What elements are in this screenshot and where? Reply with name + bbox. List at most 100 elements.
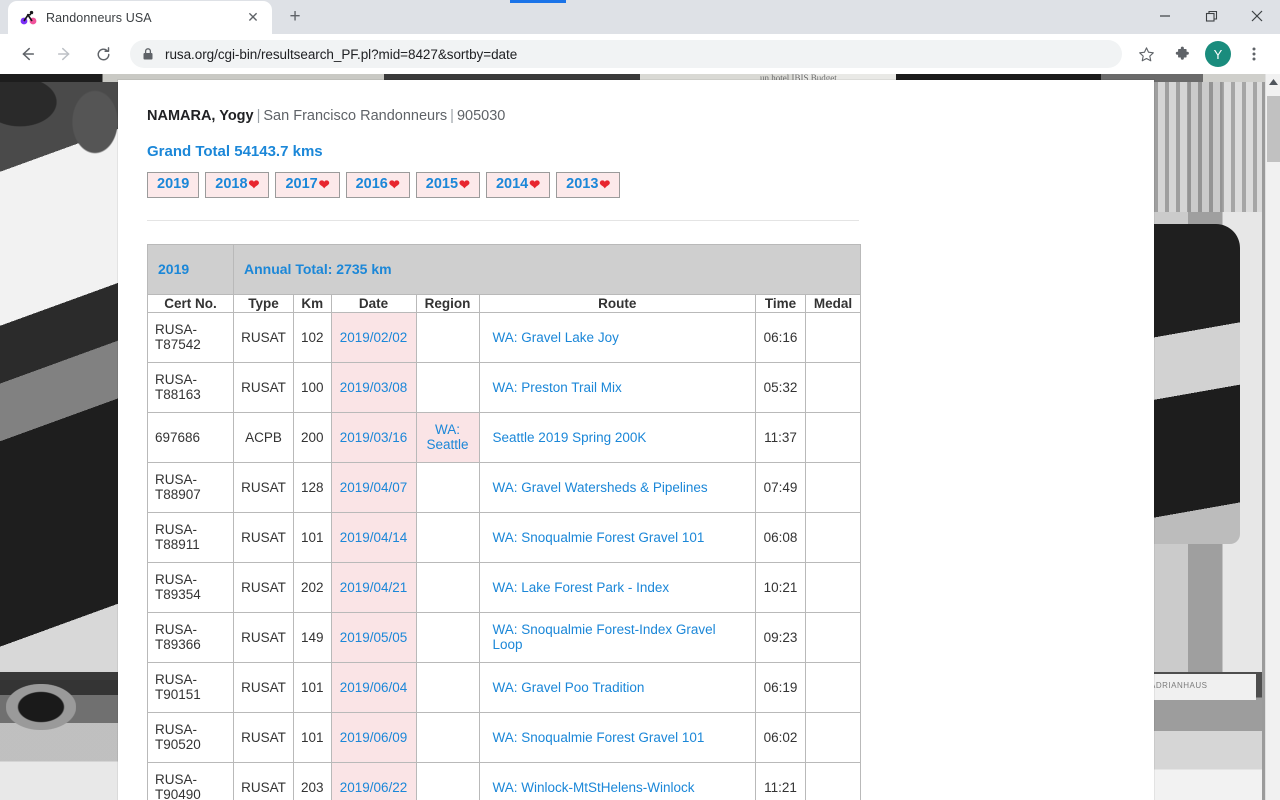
region-link[interactable]: WA: Seattle: [427, 422, 469, 452]
profile-avatar[interactable]: Y: [1205, 41, 1231, 67]
cell-type: RUSAT: [233, 361, 294, 413]
cell-km: 203: [293, 761, 332, 800]
date-link[interactable]: 2019/03/16: [340, 430, 408, 445]
route-link[interactable]: WA: Gravel Watersheds & Pipelines: [493, 480, 708, 495]
cell-route: WA: Gravel Poo Tradition: [478, 661, 757, 713]
window-controls: [1142, 0, 1280, 32]
year-button-2017[interactable]: 2017 ❤: [275, 172, 340, 198]
tab-close-icon[interactable]: ✕: [244, 9, 262, 27]
cell-date: 2019/06/22: [330, 761, 417, 800]
cell-route: Seattle 2019 Spring 200K: [478, 411, 757, 463]
column-header-cert-no: Cert No.: [147, 293, 234, 313]
route-link[interactable]: WA: Gravel Lake Joy: [493, 330, 619, 345]
cell-km: 149: [293, 611, 332, 663]
date-link[interactable]: 2019/04/07: [340, 480, 408, 495]
rider-name: NAMARA, Yogy: [147, 108, 254, 124]
cell-cert: RUSA-T88163: [147, 361, 234, 413]
grand-total: Grand Total 54143.7 kms: [147, 143, 323, 160]
year-button-label: 2015: [425, 176, 459, 192]
heart-icon: ❤: [459, 176, 470, 192]
date-link[interactable]: 2019/06/09: [340, 730, 408, 745]
cell-km: 200: [293, 411, 332, 463]
date-link[interactable]: 2019/06/04: [340, 680, 408, 695]
date-link[interactable]: 2019/04/21: [340, 580, 408, 595]
column-header-type[interactable]: Type: [233, 293, 294, 313]
heart-icon: ❤: [599, 176, 611, 192]
date-link[interactable]: 2019/02/02: [340, 330, 408, 345]
table-year-label[interactable]: 2019: [147, 243, 234, 295]
cell-time: 06:19: [755, 661, 806, 713]
cell-time: 05:32: [755, 361, 806, 413]
back-button[interactable]: [11, 38, 43, 70]
route-link[interactable]: WA: Snoqualmie Forest-Index Gravel Loop: [493, 622, 716, 652]
scrollbar-thumb[interactable]: [1267, 96, 1280, 162]
cell-date: 2019/03/16: [330, 411, 417, 463]
route-link[interactable]: WA: Lake Forest Park - Index: [493, 580, 670, 595]
table-row: RUSA-T87542 RUSAT 102 2019/02/02 WA: Gravel …: [147, 311, 861, 363]
address-bar[interactable]: rusa.org/cgi-bin/resultsearch_PF.pl?mid=…: [130, 40, 1122, 68]
table-row: RUSA-T89354 RUSAT 202 2019/04/21 WA: Lake Fo…: [147, 561, 861, 613]
table-row: RUSA-T90520 RUSAT 101 2019/06/09 WA: Snoqual…: [147, 711, 861, 763]
table-row: RUSA-T90490 RUSAT 203 2019/06/22 WA: Winlock…: [147, 761, 861, 800]
cell-time: 10:21: [755, 561, 806, 613]
cell-cert: RUSA-T89366: [147, 611, 234, 663]
cell-type: RUSAT: [233, 611, 294, 663]
year-button-2016[interactable]: 2016 ❤: [345, 172, 410, 198]
year-button-bar: 2019 2018 ❤ 2017 ❤ 2016 ❤ 2015 ❤ 2014 ❤ 2013 ❤: [147, 172, 1154, 198]
year-button-2019[interactable]: 2019: [147, 172, 200, 198]
cell-time: 11:21: [755, 761, 806, 800]
reload-button[interactable]: [87, 38, 119, 70]
route-link[interactable]: Seattle 2019 Spring 200K: [493, 430, 647, 445]
cell-route: WA: Winlock-MtStHelens-Winlock: [478, 761, 757, 800]
year-button-2018[interactable]: 2018 ❤: [205, 172, 270, 198]
year-button-label: 2013: [566, 176, 599, 192]
cell-date: 2019/05/05: [330, 611, 417, 663]
cell-date: 2019/04/07: [330, 461, 417, 513]
minimize-icon[interactable]: [1142, 0, 1188, 32]
cell-route: WA: Snoqualmie Forest Gravel 101: [478, 711, 757, 763]
cell-route: WA: Lake Forest Park - Index: [478, 561, 757, 613]
star-icon[interactable]: [1131, 39, 1161, 69]
heart-icon: ❤: [248, 176, 260, 192]
date-link[interactable]: 2019/05/05: [340, 630, 408, 645]
year-button-label: 2017: [285, 176, 318, 192]
year-button-2015[interactable]: 2015 ❤: [415, 172, 480, 198]
divider: [147, 219, 859, 221]
cell-km: 102: [293, 311, 332, 363]
address-bar-url: rusa.org/cgi-bin/resultsearch_PF.pl?mid=…: [165, 46, 518, 62]
cell-time: 09:23: [755, 611, 806, 663]
year-button-2014[interactable]: 2014 ❤: [485, 172, 551, 198]
date-link[interactable]: 2019/04/14: [340, 530, 408, 545]
route-link[interactable]: WA: Gravel Poo Tradition: [493, 680, 645, 695]
restore-icon[interactable]: [1188, 0, 1234, 32]
close-icon[interactable]: [1234, 0, 1280, 32]
cell-km: 101: [293, 661, 332, 713]
date-link[interactable]: 2019/03/08: [340, 380, 408, 395]
cell-km: 128: [293, 461, 332, 513]
date-link[interactable]: 2019/06/22: [340, 780, 408, 795]
column-header-date: Date: [330, 293, 417, 313]
three-dot-menu-icon[interactable]: [1239, 39, 1269, 69]
page-scrollbar[interactable]: [1265, 74, 1280, 800]
route-link[interactable]: WA: Winlock-MtStHelens-Winlock: [493, 780, 695, 795]
separator-1: |: [256, 108, 261, 124]
route-link[interactable]: WA: Preston Trail Mix: [493, 380, 622, 395]
route-link[interactable]: WA: Snoqualmie Forest Gravel 101: [493, 730, 705, 745]
cell-region: [415, 761, 480, 800]
heart-icon: ❤: [529, 176, 541, 192]
new-tab-button[interactable]: +: [281, 3, 309, 31]
year-button-label: 2018: [215, 176, 248, 192]
cell-date: 2019/04/21: [330, 561, 417, 613]
cell-medal: [805, 511, 861, 563]
table-row: RUSA-T89366 RUSAT 149 2019/05/05 WA: Snoqual…: [147, 611, 861, 663]
puzzle-icon[interactable]: [1167, 39, 1197, 69]
forward-button[interactable]: [49, 38, 81, 70]
year-button-2013[interactable]: 2013 ❤: [556, 172, 621, 198]
tab-title: Randonneurs USA: [46, 10, 152, 25]
cell-medal: [805, 611, 861, 663]
scroll-up-arrow-icon[interactable]: [1266, 74, 1280, 90]
browser-window: Randonneurs USA ✕ + rusa.org/cgi-bin/res…: [0, 0, 1280, 800]
table-year-header-row: 2019 Annual Total: 2735 km: [147, 243, 861, 295]
browser-tab[interactable]: Randonneurs USA ✕: [8, 1, 272, 34]
route-link[interactable]: WA: Snoqualmie Forest Gravel 101: [493, 530, 705, 545]
